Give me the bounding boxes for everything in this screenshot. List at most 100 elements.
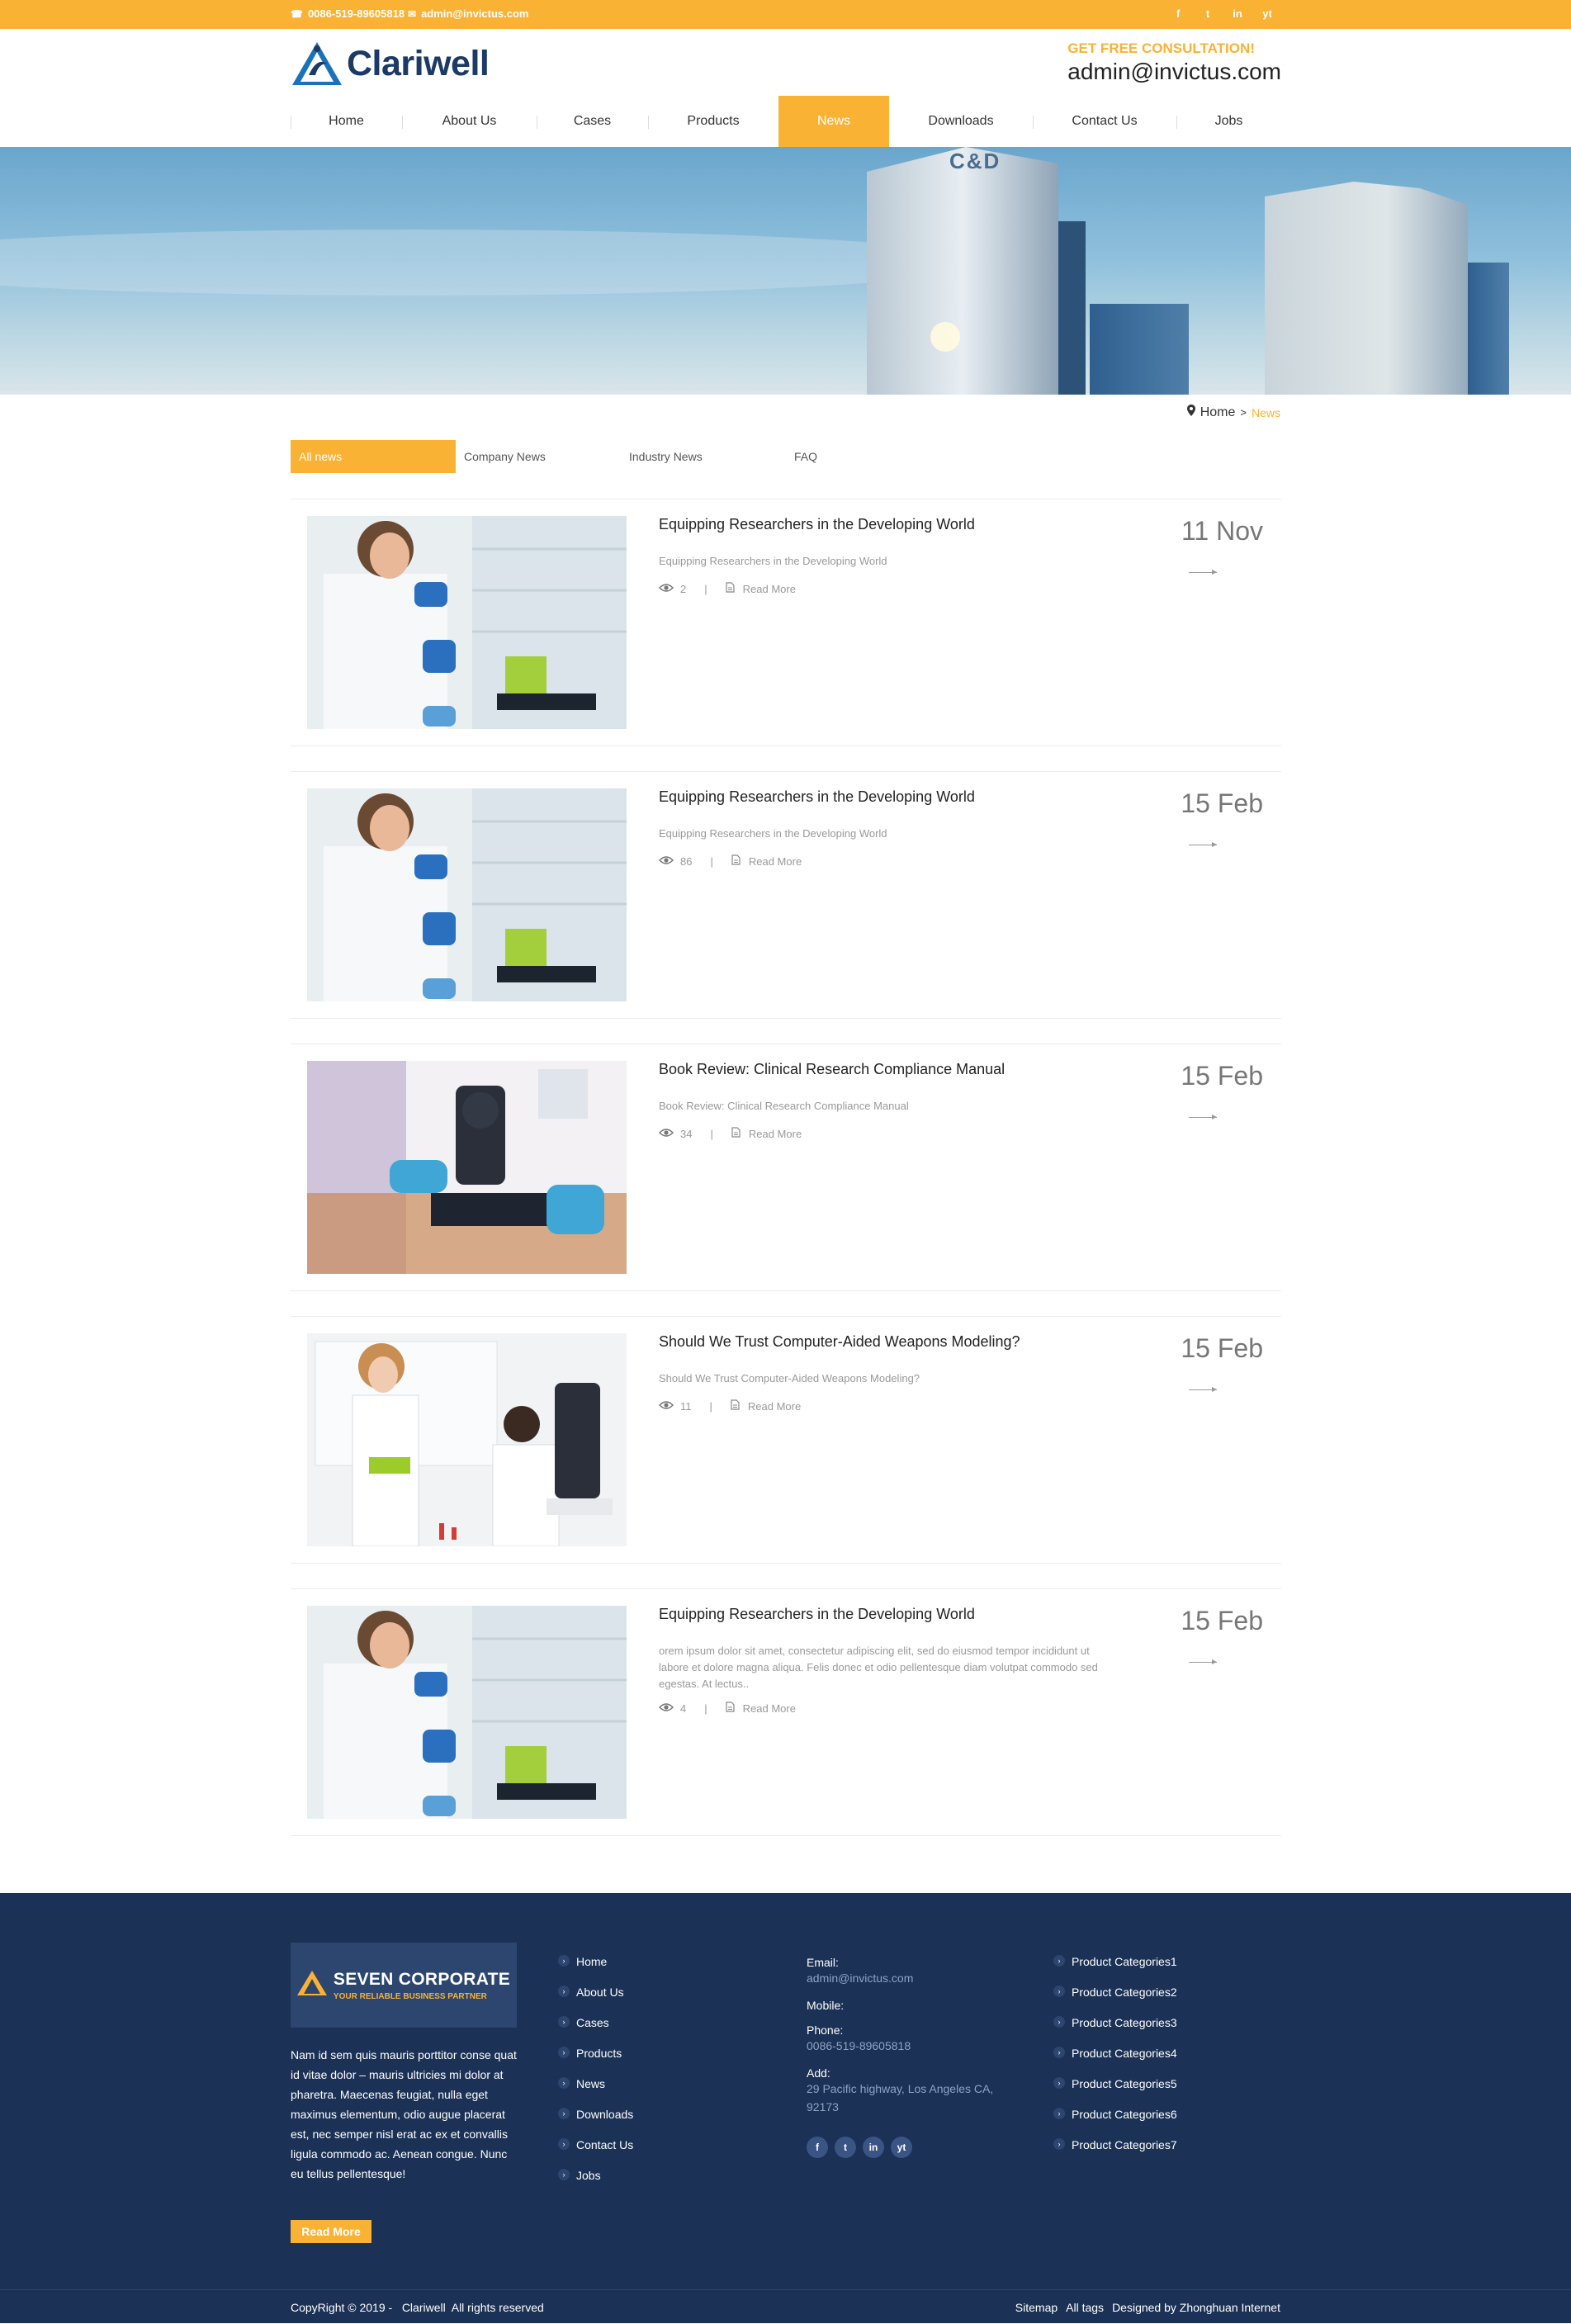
read-more-link[interactable]: Read More bbox=[749, 1128, 802, 1140]
arrow-right-icon[interactable] bbox=[1189, 570, 1217, 575]
news-title[interactable]: Equipping Researchers in the Developing … bbox=[659, 1606, 975, 1623]
consultation-label: GET FREE CONSULTATION! bbox=[1067, 40, 1255, 56]
view-count: 86 bbox=[680, 854, 693, 868]
read-more-link[interactable]: Read More bbox=[748, 1400, 801, 1413]
footer-phone-label: Phone: bbox=[807, 2023, 844, 2037]
news-title[interactable]: Equipping Researchers in the Developing … bbox=[659, 788, 975, 806]
nav-jobs[interactable]: Jobs bbox=[1176, 96, 1281, 147]
news-title[interactable]: Book Review: Clinical Research Complianc… bbox=[659, 1061, 1005, 1078]
consultation-email[interactable]: admin@invictus.com bbox=[1067, 59, 1281, 85]
footer-link[interactable]: › Products bbox=[558, 2047, 633, 2077]
topbar-email[interactable]: ✉ admin@invictus.com bbox=[408, 7, 529, 20]
arrow-right-icon[interactable] bbox=[1189, 1115, 1217, 1119]
eye-icon bbox=[658, 1128, 674, 1140]
footer-link-cases[interactable]: Cases bbox=[576, 2016, 609, 2029]
footer-link[interactable]: › Jobs bbox=[558, 2169, 633, 2199]
news-item[interactable]: Equipping Researchers in the Developing … bbox=[291, 1588, 1281, 1836]
footer-link[interactable]: › Downloads bbox=[558, 2108, 633, 2138]
footer-link[interactable]: › About Us bbox=[558, 1986, 633, 2016]
site-header: Clariwell GET FREE CONSULTATION! admin@i… bbox=[0, 29, 1571, 97]
footer-category-4[interactable]: Product Categories4 bbox=[1072, 2047, 1177, 2060]
footer-read-more-button[interactable]: Read More bbox=[291, 2220, 371, 2243]
footer-link-products[interactable]: Products bbox=[576, 2047, 622, 2060]
linkedin-icon[interactable]: in bbox=[1232, 7, 1243, 20]
news-title[interactable]: Should We Trust Computer-Aided Weapons M… bbox=[659, 1333, 1020, 1351]
breadcrumb-home[interactable]: Home bbox=[1200, 405, 1236, 420]
footer-category[interactable]: › Product Categories5 bbox=[1053, 2077, 1177, 2108]
chevron-right-icon: › bbox=[1053, 1986, 1065, 1997]
news-thumbnail[interactable] bbox=[307, 516, 627, 729]
linkedin-icon[interactable]: in bbox=[863, 2137, 884, 2158]
footer-category-5[interactable]: Product Categories5 bbox=[1072, 2077, 1177, 2090]
footer-link[interactable]: › News bbox=[558, 2077, 633, 2108]
footer-category[interactable]: › Product Categories2 bbox=[1053, 1986, 1177, 2016]
nav-downloads[interactable]: Downloads bbox=[889, 96, 1033, 147]
nav-cases[interactable]: Cases bbox=[537, 96, 648, 147]
meta-divider: | bbox=[704, 582, 707, 595]
nav-about-us[interactable]: About Us bbox=[402, 96, 537, 147]
tab-faq[interactable]: FAQ bbox=[786, 440, 951, 473]
footer-category-1[interactable]: Product Categories1 bbox=[1072, 1955, 1177, 1968]
news-item[interactable]: Book Review: Clinical Research Complianc… bbox=[291, 1044, 1281, 1291]
chevron-right-icon: › bbox=[558, 2016, 570, 2028]
read-more-link[interactable]: Read More bbox=[749, 855, 802, 868]
footer-category-2[interactable]: Product Categories2 bbox=[1072, 1986, 1177, 1999]
footer-link-about-us[interactable]: About Us bbox=[576, 1986, 624, 1999]
footer-link-downloads[interactable]: Downloads bbox=[576, 2108, 633, 2121]
footer-category[interactable]: › Product Categories1 bbox=[1053, 1955, 1177, 1986]
news-item[interactable]: Should We Trust Computer-Aided Weapons M… bbox=[291, 1316, 1281, 1564]
read-more-link[interactable]: Read More bbox=[743, 1702, 796, 1715]
footer-category[interactable]: › Product Categories7 bbox=[1053, 2138, 1177, 2169]
footer-category[interactable]: › Product Categories4 bbox=[1053, 2047, 1177, 2077]
arrow-right-icon[interactable] bbox=[1189, 1659, 1217, 1664]
topbar-email-text[interactable]: admin@invictus.com bbox=[421, 7, 528, 20]
arrow-right-icon[interactable] bbox=[1189, 1387, 1217, 1392]
sitemap-link[interactable]: Sitemap bbox=[1015, 2301, 1058, 2314]
tab-industry-news[interactable]: Industry News bbox=[621, 440, 786, 473]
tab-all-news[interactable]: All news bbox=[291, 440, 456, 473]
footer-category[interactable]: › Product Categories6 bbox=[1053, 2108, 1177, 2138]
nav-contact-us[interactable]: Contact Us bbox=[1033, 96, 1176, 147]
read-more-link[interactable]: Read More bbox=[743, 583, 796, 595]
news-title[interactable]: Equipping Researchers in the Developing … bbox=[659, 516, 975, 533]
footer-logo[interactable]: SEVEN CORPORATE YOUR RELIABLE BUSINESS P… bbox=[291, 1943, 517, 2028]
nav-home[interactable]: Home bbox=[291, 96, 402, 147]
designer-credit[interactable]: Designed by Zhonghuan Internet bbox=[1112, 2301, 1280, 2314]
footer-link-jobs[interactable]: Jobs bbox=[576, 2169, 601, 2182]
footer-email[interactable]: admin@invictus.com bbox=[807, 1969, 1021, 1987]
nav-products[interactable]: Products bbox=[648, 96, 778, 147]
footer-link-home[interactable]: Home bbox=[576, 1955, 607, 1968]
footer-link-contact-us[interactable]: Contact Us bbox=[576, 2138, 633, 2151]
mail-icon: ✉ bbox=[408, 7, 417, 20]
news-date: 11 Nov bbox=[1181, 516, 1263, 546]
footer-link[interactable]: › Contact Us bbox=[558, 2138, 633, 2169]
footer-link-news[interactable]: News bbox=[576, 2077, 605, 2090]
news-thumbnail[interactable] bbox=[307, 1061, 627, 1274]
news-item[interactable]: Equipping Researchers in the Developing … bbox=[291, 771, 1281, 1019]
footer-link[interactable]: › Cases bbox=[558, 2016, 633, 2047]
news-category-tabs: All news Company News Industry News FAQ bbox=[291, 440, 951, 473]
news-thumbnail[interactable] bbox=[307, 788, 627, 1001]
news-thumbnail[interactable] bbox=[307, 1606, 627, 1819]
twitter-icon[interactable]: t bbox=[835, 2137, 856, 2158]
footer-category-3[interactable]: Product Categories3 bbox=[1072, 2016, 1177, 2029]
news-date: 15 Feb bbox=[1181, 1061, 1263, 1091]
facebook-icon[interactable]: f bbox=[1172, 7, 1184, 20]
site-logo[interactable]: Clariwell bbox=[291, 39, 490, 88]
twitter-icon[interactable]: t bbox=[1202, 7, 1214, 20]
all-tags-link[interactable]: All tags bbox=[1066, 2301, 1104, 2314]
meta-divider: | bbox=[710, 854, 713, 868]
news-thumbnail[interactable] bbox=[307, 1333, 627, 1546]
news-item[interactable]: Equipping Researchers in the Developing … bbox=[291, 499, 1281, 746]
youtube-icon[interactable]: yt bbox=[891, 2137, 912, 2158]
youtube-icon[interactable]: yt bbox=[1261, 7, 1273, 20]
footer-category-7[interactable]: Product Categories7 bbox=[1072, 2138, 1177, 2151]
meta-divider: | bbox=[704, 1702, 707, 1715]
footer-category[interactable]: › Product Categories3 bbox=[1053, 2016, 1177, 2047]
chevron-right-icon: › bbox=[558, 2108, 570, 2119]
nav-news[interactable]: News bbox=[778, 96, 889, 147]
tab-company-news[interactable]: Company News bbox=[456, 440, 621, 473]
footer-link[interactable]: › Home bbox=[558, 1955, 633, 1986]
footer-category-6[interactable]: Product Categories6 bbox=[1072, 2108, 1177, 2121]
facebook-icon[interactable]: f bbox=[807, 2137, 828, 2158]
